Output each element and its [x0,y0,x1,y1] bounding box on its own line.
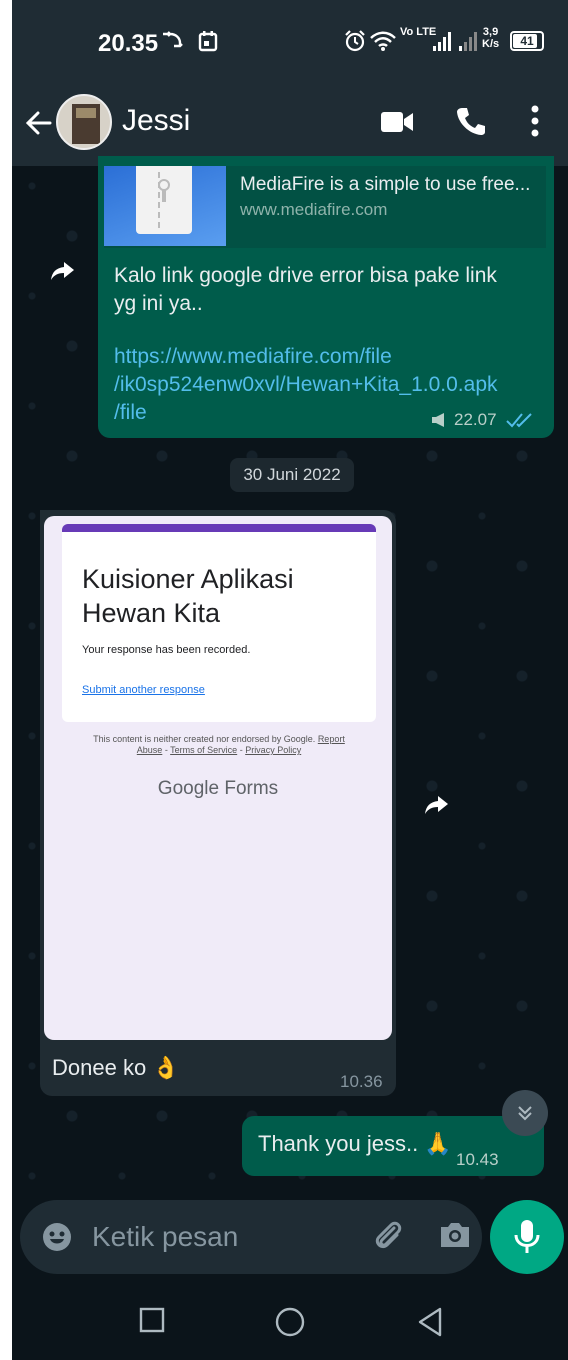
video-call-icon[interactable] [380,110,414,134]
message-input[interactable] [92,1216,362,1258]
status-time: 20.35 [98,30,159,57]
phone-screen: 20.35 Vo LTE 3,9 K/s 41 Jessi MediaFire … [12,0,568,1360]
signal-strength-icon [433,32,451,51]
date-separator: 30 Juni 2022 [230,458,354,492]
form-disclaimer: This content is neither created nor endo… [93,734,345,755]
forward-icon[interactable] [48,256,78,286]
message-time: 22.07 [454,410,497,429]
form-title: Kuisioner Aplikasi Hewan Kita [82,564,294,628]
recent-apps-icon[interactable] [138,1306,166,1334]
contact-name[interactable]: Jessi [122,104,190,138]
wifi-icon [370,31,396,51]
zip-file-icon [158,179,170,202]
camera-icon[interactable] [438,1220,472,1250]
battery-indicator: 41 [510,31,544,51]
more-options-icon[interactable] [530,104,540,138]
chat-header: Jessi [12,82,568,166]
forward-icon[interactable] [422,790,452,820]
mic-icon [514,1220,540,1253]
form-card: Kuisioner Aplikasi Hewan Kita Your respo… [62,524,376,722]
network-speed-unit: K/s [482,38,500,50]
link-preview-card[interactable]: MediaFire is a simple to use free... www… [104,166,546,248]
message-text-line: Kalo link google drive error bisa pake l… [114,264,497,287]
status-bar: 20.35 Vo LTE 3,9 K/s 41 [12,0,568,82]
avatar[interactable] [56,94,112,150]
form-recorded-text: Your response has been recorded. [82,644,251,656]
flip-icon [163,31,183,48]
signal-weak-icon [459,32,477,51]
message-text: Thank you jess.. 🙏 [258,1131,452,1156]
message-time: 10.36 [340,1072,383,1091]
network-type: Vo LTE [400,26,437,38]
calendar-icon [198,31,218,52]
network-speed-value: 3,9 [482,26,499,38]
message-link[interactable]: /ik0sp524enw0xvl/Hewan+Kita_1.0.0.apk [114,371,498,399]
emoji-icon[interactable] [42,1222,72,1252]
nav-back-icon[interactable] [416,1306,444,1338]
message-composer [20,1200,482,1274]
back-arrow-icon[interactable] [24,108,54,138]
message-time: 10.43 [456,1150,499,1169]
network-speed: 3,9 K/s [482,26,499,50]
scroll-to-bottom-button[interactable] [502,1090,548,1136]
system-navigation-bar [12,1286,568,1360]
link-preview-domain: www.mediafire.com [240,200,388,219]
battery-level: 41 [520,34,534,48]
google-forms-brand: Google Forms [157,778,279,799]
alarm-icon [345,30,365,52]
message-link[interactable]: /file [114,399,147,427]
message-link[interactable]: https://www.mediafire.com/file [114,343,392,371]
link-preview-title: MediaFire is a simple to use free... [240,174,531,195]
double-check-icon [506,413,532,428]
megaphone-icon [432,413,444,427]
attach-icon[interactable] [372,1220,406,1254]
form-submit-another-link: Submit another response [82,684,205,696]
voice-message-button[interactable] [490,1200,564,1274]
form-screenshot-image[interactable]: Kuisioner Aplikasi Hewan Kita Your respo… [44,516,392,1040]
phone-call-icon[interactable] [456,106,486,136]
double-chevron-down-icon [518,1106,532,1121]
message-caption: Donee ko 👌 [52,1055,180,1080]
home-icon[interactable] [274,1306,306,1338]
link-preview-thumbnail [104,166,226,246]
message-text-line: yg ini ya.. [114,292,203,315]
